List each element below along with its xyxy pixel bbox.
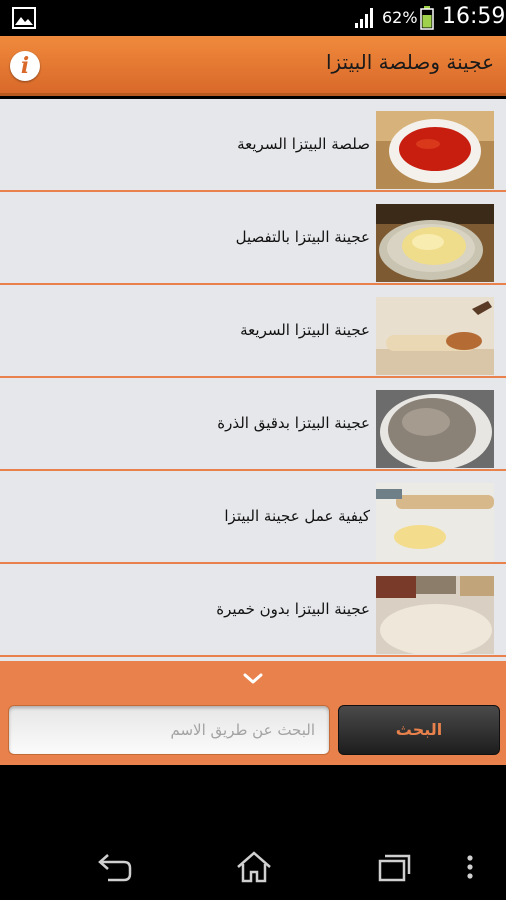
recipe-label: كيفية عمل عجينة البيتزا bbox=[224, 507, 370, 525]
recipe-label: عجينة البيتزا بدقيق الذرة bbox=[217, 414, 370, 432]
back-icon[interactable] bbox=[94, 850, 134, 884]
chevron-down-icon[interactable] bbox=[241, 671, 265, 687]
rolling-pin-thumbnail bbox=[376, 483, 494, 561]
home-icon[interactable] bbox=[234, 850, 274, 884]
info-button[interactable]: i bbox=[10, 51, 40, 81]
dough-bowl-thumbnail bbox=[376, 204, 494, 282]
recipe-label: عجينة البيتزا بالتفصيل bbox=[235, 228, 370, 246]
search-input[interactable] bbox=[8, 705, 330, 755]
navigation-bar bbox=[0, 830, 506, 900]
flat-dough-thumbnail bbox=[376, 576, 494, 654]
cornmeal-dough-thumbnail bbox=[376, 390, 494, 468]
menu-icon[interactable] bbox=[460, 850, 480, 884]
list-item[interactable]: عجينة البيتزا السريعة bbox=[0, 285, 506, 378]
list-item[interactable]: صلصة البيتزا السريعة bbox=[0, 99, 506, 192]
recipe-label: صلصة البيتزا السريعة bbox=[237, 135, 370, 153]
list-item[interactable]: عجينة البيتزا بدون خميرة bbox=[0, 564, 506, 657]
recipe-label: عجينة البيتزا بدون خميرة bbox=[216, 600, 370, 618]
clock: 16:59 bbox=[442, 4, 506, 29]
status-bar: 62% 16:59 bbox=[0, 0, 506, 36]
rolled-dough-thumbnail bbox=[376, 297, 494, 375]
list-item[interactable]: عجينة البيتزا بالتفصيل bbox=[0, 192, 506, 285]
recent-apps-icon[interactable] bbox=[374, 850, 414, 884]
app-screen: 62% 16:59 i عجينة وصلصة البيتزا صلصة الب… bbox=[0, 0, 506, 900]
recipe-list[interactable]: صلصة البيتزا السريعة عجينة البيتزا بالتف… bbox=[0, 99, 506, 661]
battery-icon bbox=[420, 6, 434, 30]
app-header: i عجينة وصلصة البيتزا bbox=[0, 36, 506, 96]
list-item[interactable]: كيفية عمل عجينة البيتزا bbox=[0, 471, 506, 564]
tomato-sauce-thumbnail bbox=[376, 111, 494, 189]
recipe-label: عجينة البيتزا السريعة bbox=[240, 321, 370, 339]
signal-icon bbox=[355, 8, 373, 28]
page-title: عجينة وصلصة البيتزا bbox=[325, 50, 494, 74]
search-button[interactable]: البحث bbox=[338, 705, 500, 755]
info-icon: i bbox=[20, 53, 30, 79]
search-area: البحث bbox=[0, 695, 506, 765]
expand-strip[interactable] bbox=[0, 661, 506, 695]
list-item[interactable]: عجينة البيتزا بدقيق الذرة bbox=[0, 378, 506, 471]
gallery-icon bbox=[12, 7, 36, 29]
battery-percent: 62% bbox=[382, 8, 418, 27]
